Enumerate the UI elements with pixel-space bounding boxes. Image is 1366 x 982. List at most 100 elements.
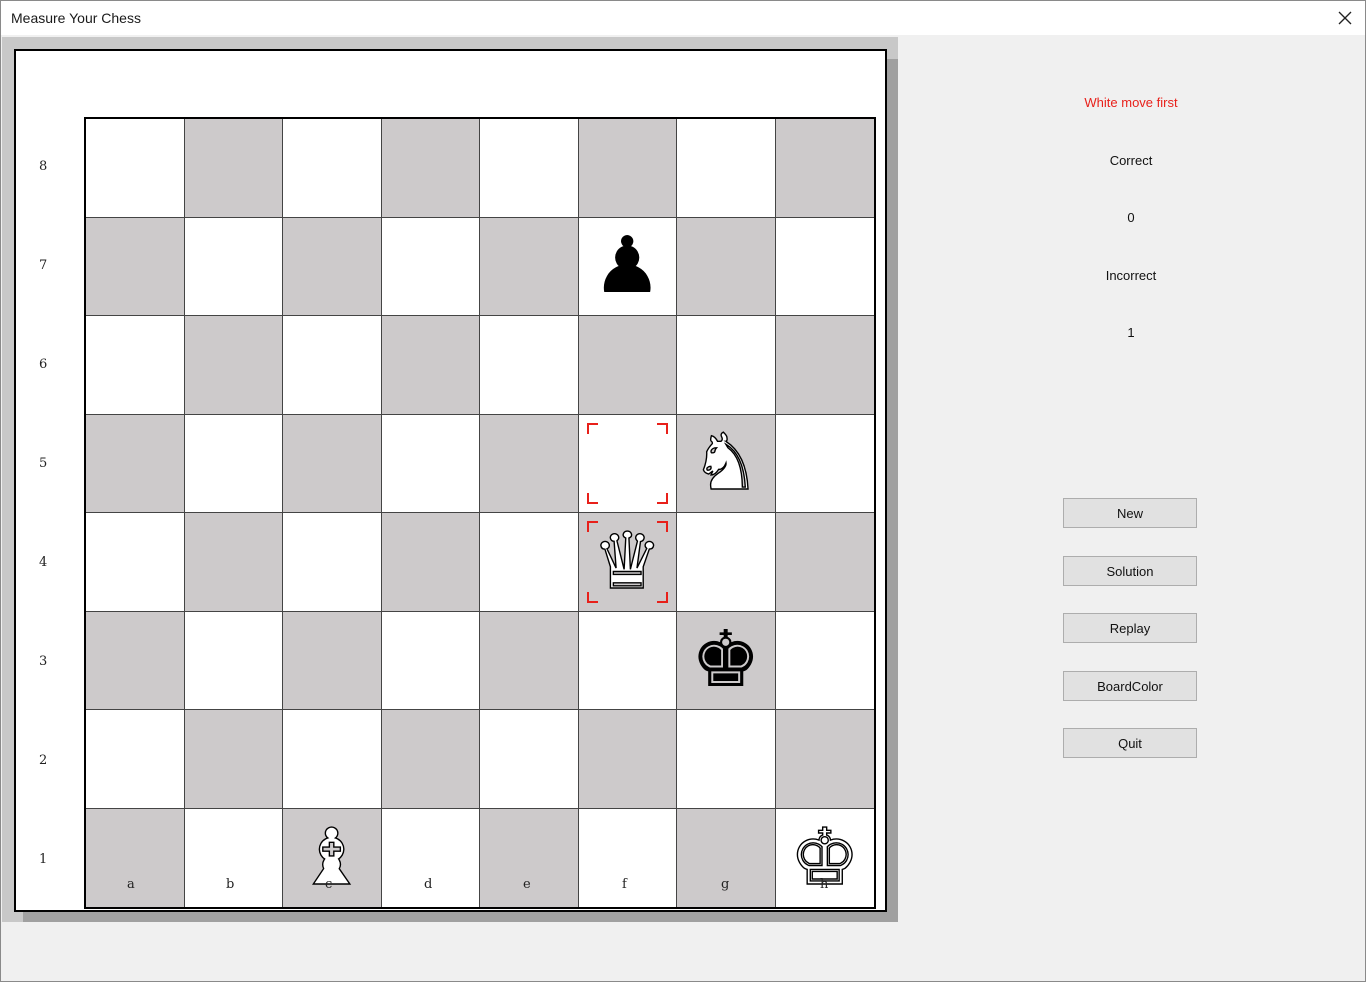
- square-g1[interactable]: [677, 808, 776, 907]
- square-a1[interactable]: [86, 808, 185, 907]
- square-f7[interactable]: ♟: [578, 217, 677, 316]
- square-d5[interactable]: [381, 414, 480, 513]
- correct-label: Correct: [1109, 153, 1153, 168]
- selection-corner-marker: [586, 591, 598, 603]
- square-a2[interactable]: [86, 710, 185, 809]
- square-f2[interactable]: [578, 710, 677, 809]
- square-h1[interactable]: ♚: [775, 808, 874, 907]
- square-g4[interactable]: [677, 513, 776, 612]
- solution-button[interactable]: Solution: [1063, 556, 1197, 586]
- square-a5[interactable]: [86, 414, 185, 513]
- black-pawn-piece[interactable]: ♟: [592, 227, 662, 305]
- square-d8[interactable]: [381, 119, 480, 218]
- new-button[interactable]: New: [1063, 498, 1197, 528]
- square-c1[interactable]: ♝: [283, 808, 382, 907]
- square-c4[interactable]: [283, 513, 382, 612]
- window-title: Measure Your Chess: [11, 10, 141, 26]
- title-bar: Measure Your Chess: [1, 1, 1365, 35]
- file-label-a: a: [127, 877, 135, 892]
- selection-corner-marker: [657, 591, 668, 603]
- selection-corner-marker: [657, 493, 668, 504]
- square-a3[interactable]: [86, 611, 185, 710]
- square-d3[interactable]: [381, 611, 480, 710]
- square-b3[interactable]: [184, 611, 283, 710]
- square-f4[interactable]: ♛: [578, 513, 677, 612]
- square-f3[interactable]: [578, 611, 677, 710]
- square-f5[interactable]: [578, 414, 677, 513]
- square-e2[interactable]: [480, 710, 579, 809]
- selection-corner-marker: [657, 521, 668, 532]
- board-frame: ♟ ♞ ♛ ♚ ♝ ♚ 8 7 6 5 4 3 2 1 a b c d e f g h: [14, 49, 887, 912]
- file-label-h: h: [820, 877, 829, 892]
- incorrect-label: Incorrect: [1105, 268, 1157, 283]
- boardcolor-button[interactable]: BoardColor: [1063, 671, 1197, 701]
- square-b2[interactable]: [184, 710, 283, 809]
- black-king-piece[interactable]: ♚: [691, 621, 761, 699]
- square-h6[interactable]: [775, 316, 874, 415]
- close-icon: [1338, 11, 1352, 25]
- square-d6[interactable]: [381, 316, 480, 415]
- rank-label-8: 8: [39, 159, 48, 174]
- square-a6[interactable]: [86, 316, 185, 415]
- square-b4[interactable]: [184, 513, 283, 612]
- square-b7[interactable]: [184, 217, 283, 316]
- square-f1[interactable]: [578, 808, 677, 907]
- replay-button[interactable]: Replay: [1063, 613, 1197, 643]
- square-g6[interactable]: [677, 316, 776, 415]
- square-b1[interactable]: [184, 808, 283, 907]
- square-a8[interactable]: [86, 119, 185, 218]
- square-c6[interactable]: [283, 316, 382, 415]
- chess-board[interactable]: ♟ ♞ ♛ ♚ ♝ ♚: [84, 117, 876, 909]
- square-h2[interactable]: [775, 710, 874, 809]
- file-label-c: c: [325, 877, 333, 892]
- square-g8[interactable]: [677, 119, 776, 218]
- app-window: Measure Your Chess ♟ ♞ ♛ ♚ ♝ ♚ 8 7 6 5 4 3 2 1 a b c d e…: [0, 0, 1366, 982]
- square-b5[interactable]: [184, 414, 283, 513]
- close-button[interactable]: [1325, 1, 1365, 35]
- square-h3[interactable]: [775, 611, 874, 710]
- rank-label-6: 6: [39, 357, 48, 372]
- square-g2[interactable]: [677, 710, 776, 809]
- square-e1[interactable]: [480, 808, 579, 907]
- square-d2[interactable]: [381, 710, 480, 809]
- white-queen-piece[interactable]: ♛: [592, 522, 663, 601]
- square-c7[interactable]: [283, 217, 382, 316]
- square-a7[interactable]: [86, 217, 185, 316]
- square-b6[interactable]: [184, 316, 283, 415]
- rank-label-4: 4: [39, 555, 48, 570]
- square-g3[interactable]: ♚: [677, 611, 776, 710]
- square-g5[interactable]: ♞: [677, 414, 776, 513]
- square-d1[interactable]: [381, 808, 480, 907]
- rank-label-7: 7: [39, 258, 48, 273]
- square-c3[interactable]: [283, 611, 382, 710]
- square-e6[interactable]: [480, 316, 579, 415]
- square-d7[interactable]: [381, 217, 480, 316]
- square-e8[interactable]: [480, 119, 579, 218]
- white-knight-piece[interactable]: ♞: [690, 424, 761, 503]
- square-d4[interactable]: [381, 513, 480, 612]
- side-panel: White move first Correct 0 Incorrect 1 N…: [901, 37, 1361, 937]
- rank-label-3: 3: [39, 654, 48, 669]
- status-message: White move first: [1084, 95, 1178, 110]
- square-e5[interactable]: [480, 414, 579, 513]
- square-h4[interactable]: [775, 513, 874, 612]
- correct-count: 0: [1127, 210, 1135, 225]
- square-g7[interactable]: [677, 217, 776, 316]
- square-f6[interactable]: [578, 316, 677, 415]
- square-e4[interactable]: [480, 513, 579, 612]
- square-a4[interactable]: [86, 513, 185, 612]
- square-h7[interactable]: [775, 217, 874, 316]
- square-e3[interactable]: [480, 611, 579, 710]
- rank-label-2: 2: [39, 753, 48, 768]
- square-c8[interactable]: [283, 119, 382, 218]
- selection-corner-marker: [586, 422, 598, 434]
- square-e7[interactable]: [480, 217, 579, 316]
- square-c2[interactable]: [283, 710, 382, 809]
- square-c5[interactable]: [283, 414, 382, 513]
- quit-button[interactable]: Quit: [1063, 728, 1197, 758]
- selection-corner-marker: [586, 493, 598, 504]
- square-f8[interactable]: [578, 119, 677, 218]
- square-h8[interactable]: [775, 119, 874, 218]
- square-h5[interactable]: [775, 414, 874, 513]
- square-b8[interactable]: [184, 119, 283, 218]
